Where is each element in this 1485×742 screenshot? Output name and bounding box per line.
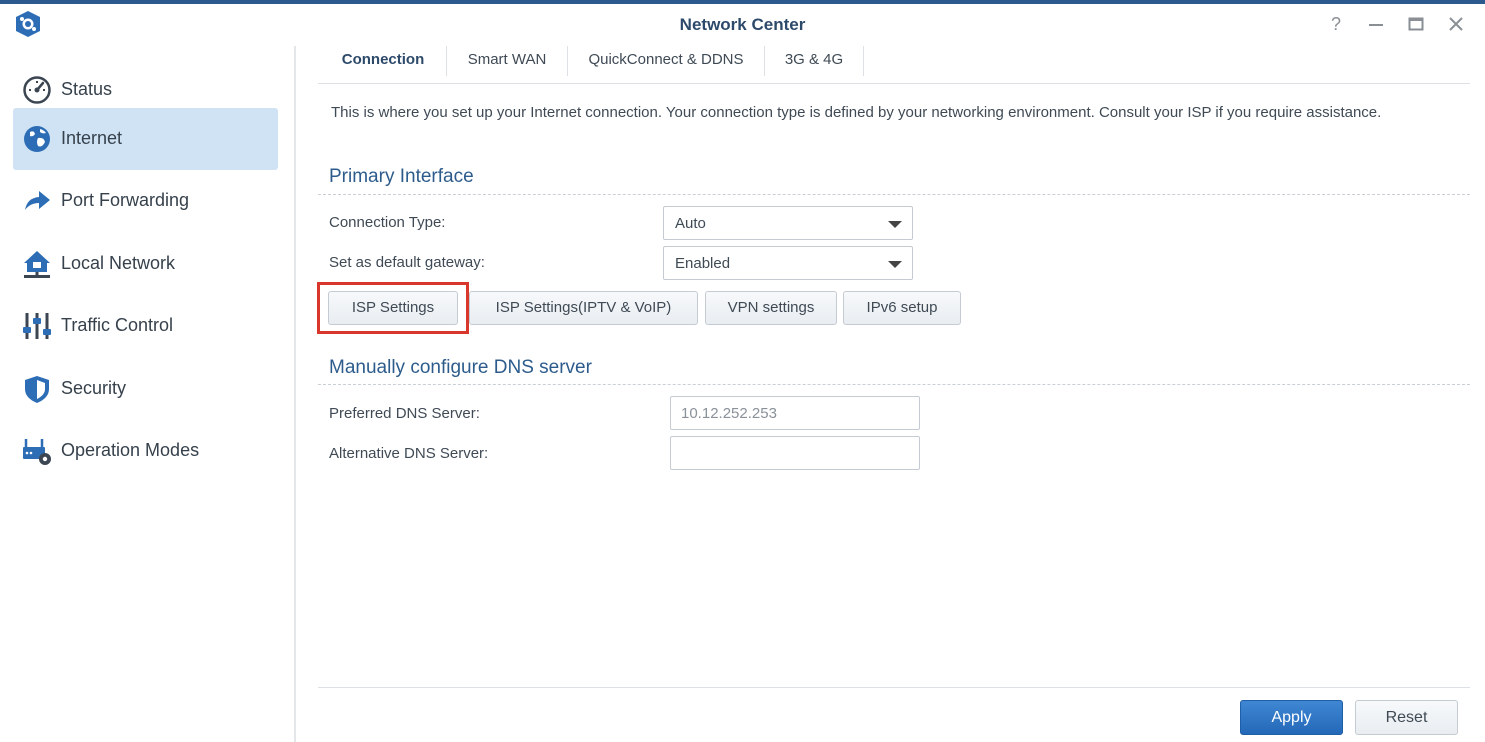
- sidebar-item-label: Status: [61, 79, 113, 99]
- chevron-down-icon: [888, 221, 902, 228]
- minimize-icon[interactable]: [1366, 14, 1386, 34]
- connection-type-value: Auto: [675, 215, 706, 232]
- isp-iptv-voip-settings-button[interactable]: ISP Settings(IPTV & VoIP): [469, 291, 698, 325]
- sidebar-item-traffic-control[interactable]: Traffic Control: [13, 295, 278, 357]
- connection-type-label: Connection Type:: [329, 214, 446, 231]
- chevron-down-icon: [888, 261, 902, 268]
- dns-section-title: Manually configure DNS server: [329, 357, 592, 378]
- globe-icon: [24, 126, 50, 152]
- speedometer-icon: [23, 76, 51, 104]
- apply-button[interactable]: Apply: [1240, 700, 1343, 735]
- alternative-dns-label: Alternative DNS Server:: [329, 445, 489, 462]
- sidebar-item-label: Local Network: [61, 253, 176, 273]
- connection-type-select[interactable]: Auto: [663, 206, 913, 240]
- preferred-dns-input[interactable]: [670, 396, 920, 430]
- sidebar-item-label: Internet: [61, 128, 123, 148]
- alternative-dns-input[interactable]: [670, 436, 920, 470]
- sidebar-item-local-network[interactable]: Local Network: [13, 233, 278, 295]
- forward-arrow-icon: [25, 191, 50, 210]
- sidebar-item-label: Security: [61, 378, 127, 398]
- sidebar-item-label: Operation Modes: [61, 440, 200, 460]
- sliders-icon: [23, 313, 51, 339]
- sidebar-item-label: Port Forwarding: [61, 190, 190, 210]
- tab-bar: Connection Smart WAN QuickConnect & DDNS…: [318, 46, 1470, 84]
- sidebar-item-internet[interactable]: Internet: [13, 108, 278, 170]
- default-gateway-label: Set as default gateway:: [329, 254, 485, 271]
- close-icon[interactable]: [1446, 14, 1466, 34]
- sidebar-item-port-forwarding[interactable]: Port Forwarding: [13, 170, 278, 232]
- sidebar-item-security[interactable]: Security: [13, 358, 278, 420]
- primary-interface-title: Primary Interface: [329, 166, 474, 187]
- section-divider: [318, 384, 1470, 385]
- tab-connection[interactable]: Connection: [320, 46, 446, 83]
- title-bar: Network Center ?: [0, 4, 1485, 46]
- footer-divider: [318, 687, 1470, 688]
- reset-button[interactable]: Reset: [1355, 700, 1458, 735]
- ipv6-setup-button[interactable]: IPv6 setup: [843, 291, 961, 325]
- sidebar-item-label: Traffic Control: [61, 315, 174, 335]
- vpn-settings-button[interactable]: VPN settings: [705, 291, 837, 325]
- tab-3g-4g[interactable]: 3G & 4G: [765, 46, 863, 83]
- maximize-icon[interactable]: [1406, 14, 1426, 34]
- tab-separator: [863, 46, 864, 76]
- isp-settings-highlight-box: [317, 282, 469, 334]
- home-network-icon: [24, 251, 50, 278]
- default-gateway-value: Enabled: [675, 255, 731, 272]
- tab-smart-wan[interactable]: Smart WAN: [447, 46, 567, 83]
- preferred-dns-label: Preferred DNS Server:: [329, 405, 480, 422]
- description-text: This is where you set up your Internet c…: [331, 104, 1382, 121]
- default-gateway-select[interactable]: Enabled: [663, 246, 913, 280]
- sidebar: Status Internet Port Forwarding Local Ne…: [0, 46, 296, 742]
- section-divider: [318, 194, 1470, 195]
- window-title: Network Center: [679, 15, 806, 34]
- sidebar-item-operation-modes[interactable]: Operation Modes: [13, 420, 278, 482]
- tab-quickconnect-ddns[interactable]: QuickConnect & DDNS: [568, 46, 764, 83]
- help-icon[interactable]: ?: [1326, 14, 1346, 34]
- shield-icon: [25, 376, 49, 403]
- router-gear-icon: [23, 439, 51, 465]
